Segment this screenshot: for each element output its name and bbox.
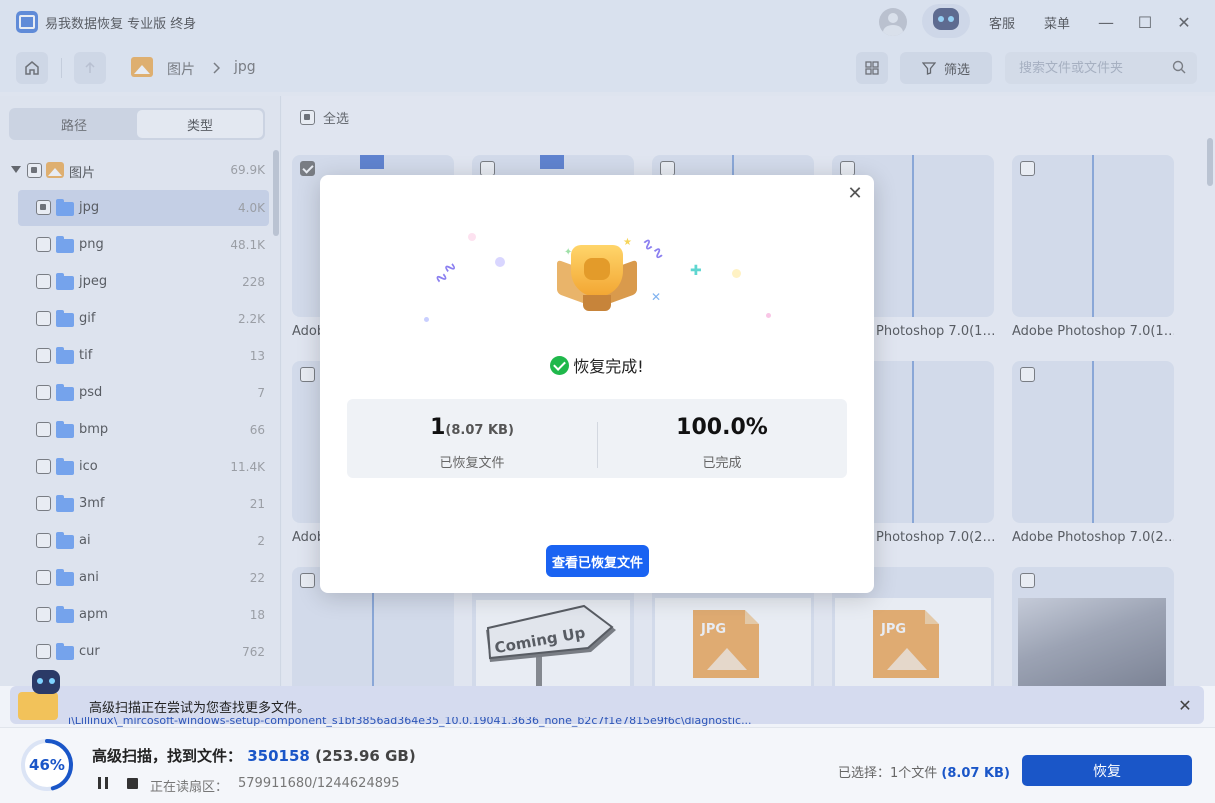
confetti-dot [468, 233, 476, 241]
completion-stat: 100.0% 已完成 [597, 399, 847, 478]
sparkle-icon: ✚ [690, 263, 702, 279]
recovery-complete-dialog: ✕ ∿∿ ∿∿ ✚ ✕ ★ ✦ 恢复完成! 1(8.07 KB) 已恢复文件 1… [320, 175, 874, 593]
recovered-label: 已恢复文件 [439, 456, 505, 471]
sector-label: 正在读扇区： [150, 780, 229, 795]
selected-count: 已选择：1个文件 [838, 766, 938, 781]
confetti-dot [732, 269, 741, 278]
recover-button[interactable]: 恢复 [1022, 755, 1192, 786]
scan-title: 高级扫描，找到文件： [92, 747, 243, 765]
notice-close-icon[interactable]: ✕ [1176, 696, 1194, 715]
scan-summary: 高级扫描，找到文件： 350158 (253.96 GB) [92, 745, 416, 766]
selection-summary: 已选择：1个文件 (8.07 KB) [838, 762, 1010, 781]
check-circle-icon [550, 355, 570, 375]
progress-percent: 46% [29, 756, 65, 774]
selected-size: (8.07 KB) [941, 766, 1010, 781]
sector-value: 579911680/1244624895 [238, 776, 400, 791]
notice-text: 高级扫描正在尝试为您查找更多文件。 [89, 701, 311, 716]
confetti-squiggle: ∿∿ [637, 232, 670, 265]
pause-icon[interactable] [98, 777, 108, 789]
completion-percent: 100.0% [676, 415, 768, 440]
recovered-size: (8.07 KB) [445, 423, 514, 438]
sparkle-icon: ✕ [651, 290, 662, 304]
close-icon[interactable]: ✕ [846, 185, 864, 203]
completion-label: 已完成 [702, 456, 742, 471]
confetti-dot [495, 257, 505, 267]
dialog-title: 恢复完成! [573, 357, 644, 376]
recovered-files-stat: 1(8.07 KB) 已恢复文件 [347, 399, 597, 478]
scan-total-size: (253.96 GB) [315, 747, 416, 765]
view-recovered-files-button[interactable]: 查看已恢复文件 [546, 545, 649, 577]
scan-path-text: i\Lillinux\_mircosoft-windows-setup-comp… [68, 717, 752, 727]
recovery-stats: 1(8.07 KB) 已恢复文件 100.0% 已完成 [347, 399, 847, 478]
confetti-dot [766, 313, 771, 318]
confetti-squiggle: ∿∿ [429, 256, 462, 289]
recovered-count: 1 [430, 415, 446, 440]
stop-icon[interactable] [127, 778, 138, 789]
success-message: 恢复完成! [320, 353, 874, 377]
confetti-dot [424, 317, 429, 322]
trophy-icon [555, 237, 639, 317]
scan-file-count: 350158 [247, 747, 310, 765]
